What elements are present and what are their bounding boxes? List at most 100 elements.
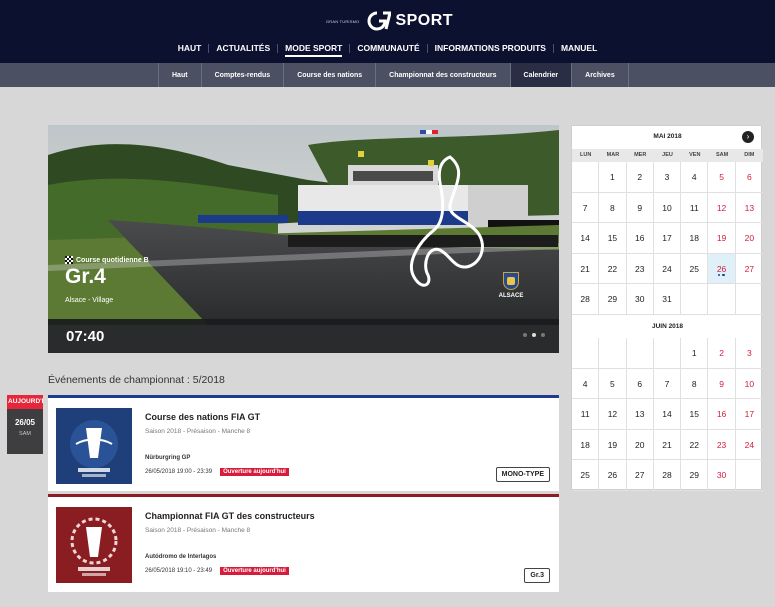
calendar-day[interactable]: 11 [572, 399, 600, 430]
calendar-day[interactable]: 30 [708, 460, 736, 491]
calendar-day[interactable]: 22 [599, 253, 627, 284]
calendar-day-number: 12 [716, 202, 727, 213]
main-nav-item[interactable]: COMMUNAUTÉ [350, 43, 426, 53]
calendar-day[interactable]: 20 [626, 429, 654, 460]
calendar-day[interactable]: 22 [681, 429, 709, 460]
calendar-day-number: 21 [580, 263, 590, 274]
calendar-day-number: 20 [744, 233, 755, 243]
today-day: SAM [19, 431, 31, 437]
calendar: MAI 2018 › LUN MAR MER JEU VEN SAM DIM 1234567… [571, 125, 763, 491]
calendar-day[interactable]: 1 [681, 338, 709, 369]
calendar-day[interactable]: 21 [653, 429, 682, 460]
carousel-dots [523, 333, 545, 337]
carousel-dot[interactable] [541, 333, 545, 337]
calendar-day[interactable]: 17 [653, 223, 682, 254]
calendar-day-number: 31 [662, 294, 672, 304]
calendar-day[interactable]: 30 [626, 284, 654, 315]
calendar-day[interactable]: 8 [681, 368, 709, 399]
event-title[interactable]: Championnat FIA GT des constructeurs [145, 511, 315, 521]
calendar-day[interactable]: 4 [572, 368, 600, 399]
calendar-day[interactable]: 10 [735, 369, 763, 399]
gt-sport-logo[interactable]: GRAN TURISMO SPORT [326, 10, 453, 32]
calendar-day[interactable]: 18 [681, 223, 709, 254]
calendar-day[interactable]: 14 [653, 399, 682, 430]
gt-logo-icon [367, 11, 392, 31]
carousel-dot[interactable] [523, 333, 527, 337]
sub-nav-item[interactable]: Championnat des constructeurs [375, 63, 509, 87]
calendar-day[interactable]: 23 [626, 253, 654, 284]
calendar-day[interactable]: 23 [708, 429, 736, 460]
calendar-day-number: 10 [662, 202, 672, 213]
calendar-day[interactable]: 24 [735, 430, 763, 460]
calendar-day[interactable]: 6 [735, 162, 763, 193]
carousel-dot[interactable] [532, 333, 536, 337]
calendar-day[interactable]: 7 [653, 368, 682, 399]
calendar-day[interactable]: 10 [653, 192, 682, 223]
calendar-day[interactable]: 5 [599, 368, 627, 399]
calendar-day[interactable]: 13 [626, 399, 654, 430]
calendar-day[interactable]: 4 [681, 162, 709, 193]
calendar-day[interactable]: 25 [572, 460, 600, 491]
calendar-day[interactable]: 28 [653, 460, 682, 491]
main-nav-item[interactable]: MANUEL [554, 43, 604, 53]
calendar-day[interactable]: 13 [735, 193, 763, 223]
calendar-day[interactable]: 9 [626, 192, 654, 223]
calendar-day[interactable]: 17 [735, 399, 763, 430]
event-card-nations[interactable]: Course des nations FIA GT Saison 2018 - … [48, 395, 559, 491]
calendar-day[interactable]: 3 [653, 162, 682, 193]
calendar-day[interactable]: 31 [653, 284, 682, 315]
calendar-day[interactable]: 5 [708, 162, 736, 193]
sub-nav-item[interactable]: Comptes-rendus [200, 63, 284, 87]
calendar-day[interactable]: 27 [735, 254, 763, 284]
event-title[interactable]: Course des nations FIA GT [145, 412, 260, 422]
next-month-arrow-icon[interactable]: › [742, 131, 754, 143]
open-today-badge: Ouverture aujourd'hui [220, 567, 289, 575]
sub-nav-item[interactable]: Haut [158, 63, 201, 87]
calendar-day[interactable]: 16 [708, 399, 736, 430]
calendar-day[interactable]: 26 [708, 253, 736, 284]
fia-manufacturer-logo-icon [56, 507, 132, 583]
calendar-day[interactable]: 11 [681, 192, 709, 223]
featured-race-banner[interactable]: Course quotidienne B Gr.4 Alsace - Villa… [48, 125, 559, 353]
calendar-day[interactable]: 1 [599, 162, 627, 193]
calendar-day[interactable]: 14 [572, 223, 600, 254]
calendar-day[interactable]: 28 [572, 284, 600, 315]
calendar-day[interactable]: 12 [708, 192, 736, 223]
sub-nav-item[interactable]: Course des nations [283, 63, 375, 87]
sub-nav-item[interactable]: Calendrier [509, 63, 572, 87]
race-location: Alsace - Village [65, 297, 114, 304]
site-header: GRAN TURISMO SPORT HAUT ACTUALITÉS MODE SP… [0, 0, 775, 63]
calendar-day[interactable]: 19 [599, 429, 627, 460]
calendar-day[interactable]: 24 [653, 253, 682, 284]
calendar-day-number: 23 [716, 439, 727, 450]
calendar-day[interactable]: 6 [626, 368, 654, 399]
calendar-day[interactable]: 26 [599, 460, 627, 491]
calendar-day[interactable]: 16 [626, 223, 654, 254]
weekday-label: SAM [715, 152, 729, 158]
calendar-day[interactable]: 29 [599, 284, 627, 315]
calendar-day[interactable]: 18 [572, 429, 600, 460]
calendar-day[interactable]: 27 [626, 460, 654, 491]
calendar-day[interactable]: 3 [735, 338, 763, 369]
event-card-manufacturers[interactable]: Championnat FIA GT des constructeurs Sai… [48, 494, 559, 592]
calendar-day[interactable]: 20 [735, 223, 763, 254]
calendar-day[interactable]: 15 [681, 399, 709, 430]
calendar-day[interactable]: 21 [572, 253, 600, 284]
main-nav-item[interactable]: HAUT [171, 43, 209, 53]
calendar-day[interactable]: 7 [572, 192, 600, 223]
calendar-day[interactable]: 19 [708, 223, 736, 254]
calendar-day[interactable]: 9 [708, 368, 736, 399]
calendar-day[interactable]: 12 [599, 399, 627, 430]
calendar-day[interactable]: 29 [681, 460, 709, 491]
calendar-day[interactable]: 2 [626, 162, 654, 193]
calendar-day[interactable]: 2 [708, 338, 736, 369]
main-nav-item[interactable]: INFORMATIONS PRODUITS [428, 43, 553, 53]
race-type-text: Course quotidienne B [76, 256, 149, 264]
main-nav-item[interactable]: MODE SPORT [278, 43, 349, 57]
calendar-day[interactable]: 8 [599, 192, 627, 223]
calendar-day[interactable]: 25 [681, 253, 709, 284]
calendar-day[interactable]: 15 [599, 223, 627, 254]
calendar-day-number: 24 [662, 263, 672, 274]
main-nav-item[interactable]: ACTUALITÉS [209, 43, 277, 53]
sub-nav-item[interactable]: Archives [571, 63, 629, 87]
